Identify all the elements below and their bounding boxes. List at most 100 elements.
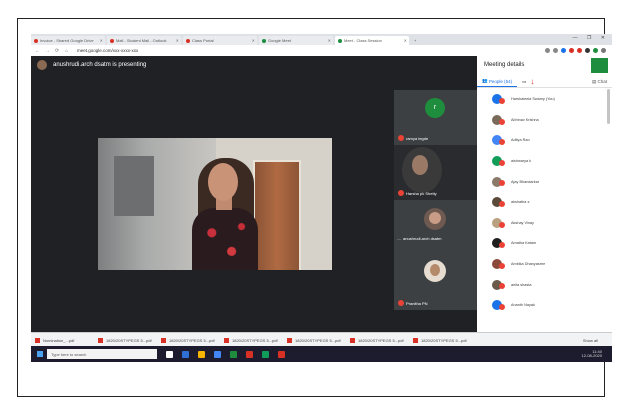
pdf-file-icon [224,337,229,343]
star-icon[interactable] [545,48,550,53]
mic-off-icon [499,200,505,207]
participant-list-item[interactable]: Ambika Dhanyasree [477,254,605,275]
presentation-video [98,138,332,270]
person-dress [192,208,258,270]
close-panel-button[interactable] [591,58,608,73]
download-item[interactable]: 1820/20STYPEGS 5...pdf [94,337,154,343]
profile-avatar[interactable] [593,48,598,53]
extensions-toolbar [545,48,606,53]
participant-list-item[interactable]: Ajay Bhandarkar [477,171,605,192]
download-item[interactable]: 1820/20STYPEGS 5...pdf [157,337,217,343]
add-person-icon: ▭ [522,78,527,84]
participant-tile[interactable]: r ramya tegde [394,90,477,145]
window-controls[interactable]: — ❐ ✕ [573,35,609,41]
scrollbar[interactable] [607,89,610,124]
chrome-icon[interactable] [230,350,237,358]
file-explorer-icon[interactable] [198,350,205,358]
participant-list-item[interactable]: akshatha s [477,192,605,213]
app-icon[interactable] [262,350,269,358]
mic-off-icon [499,221,505,228]
download-filename: 1820/20STYPEGS 5...pdf [358,337,404,343]
extension-icon[interactable] [577,48,582,53]
download-item[interactable]: 1820/20STYPEGS 5...pdf [346,337,406,343]
forward-icon[interactable]: → [45,48,51,54]
participant-tile[interactable]: Pranitha PN [394,255,477,310]
browser-tab[interactable]: Mail - Student Mail - Outlook ✕ [107,36,181,45]
app-icon[interactable] [278,350,285,358]
participant-name: aishwarya k [511,159,532,164]
chat-icon: ▤ [591,78,597,84]
participant-name: Aditya Rao [511,138,530,143]
close-icon[interactable]: ✕ [252,38,255,43]
close-icon[interactable]: ✕ [176,38,179,43]
new-tab-button[interactable]: + [411,36,423,45]
mic-off-icon [499,242,505,249]
participant-list-item[interactable]: Amatha Katam [477,233,605,254]
participant-tile[interactable]: — anushrudi.arch dsatm [394,200,477,255]
pdf-file-icon [98,337,103,343]
extension-icon[interactable] [569,48,574,53]
mic-off-icon [398,300,404,306]
participant-name: anita shasta [511,282,532,287]
participant-name: Harshaleela Swamy (You) [511,97,555,102]
home-icon[interactable]: ⌂ [65,48,71,54]
windows-start-icon[interactable] [37,351,43,357]
extension-icon[interactable] [585,48,590,53]
pdf-file-icon [161,337,166,343]
participant-name: Amatha Katam [511,241,537,246]
presenting-banner: anushrudi.arch dsatm is presenting [37,60,146,70]
download-item[interactable]: 1820/20STYPEGS 5...pdf [409,337,469,343]
participant-list-item[interactable]: Harshaleela Swamy (You) [477,89,605,110]
download-item[interactable]: 1820/20STYPEGS 5...pdf [283,337,343,343]
download-filename: 1820/20STYPEGS 5...pdf [106,337,152,343]
tab-chat[interactable]: ▤ Chat [587,76,612,87]
search-input[interactable]: Type here to search [47,349,157,359]
participant-list-item[interactable]: Ananth Nayak [477,295,605,316]
avatar: r [425,98,445,118]
add-people-button[interactable]: ▭ ↓ [517,76,539,87]
panel-title: Meeting details [484,62,525,68]
participant-list-item[interactable]: aishwarya k [477,151,605,172]
menu-icon[interactable] [601,48,606,53]
app-icon[interactable] [246,350,253,358]
background-door [253,160,301,270]
avatar [429,212,441,224]
participant-tiles: r ramya tegde Harsha pk Shetty — anushrud… [394,56,477,332]
system-tray[interactable]: 11:40 12-08-2020 [581,349,602,359]
download-filename: Nomination_...pdf [43,337,75,343]
url-field[interactable]: meet.google.com/xxx-xxxx-xxx [77,48,138,53]
close-icon[interactable]: ✕ [404,38,407,43]
tab-favicon-icon [110,38,114,43]
show-all-button[interactable]: Show all [583,338,598,343]
back-icon[interactable]: ← [35,48,41,54]
store-icon[interactable] [214,350,221,358]
participant-list-item[interactable]: Aditya Rao [477,130,605,151]
browser-tab[interactable]: Invoice - Shared Google Drive ✕ [31,36,105,45]
person-face [208,163,238,201]
mic-off-icon [499,283,505,290]
browser-tab[interactable]: Google Meet ✕ [259,36,333,45]
close-icon[interactable]: ✕ [100,38,103,43]
participant-list-item[interactable]: Akshay Vinay [477,213,605,234]
extension-icon[interactable] [561,48,566,53]
close-icon[interactable]: ✕ [328,38,331,43]
participant-name: Ambika Dhanyasree [511,262,546,267]
extension-icon[interactable] [553,48,558,53]
mic-off-icon [499,262,505,269]
tab-people[interactable]: 👥 People (54) [477,76,518,87]
participant-name: Abhinav Krishna [511,117,539,122]
download-item[interactable]: Nomination_...pdf [31,337,91,343]
browser-tab[interactable]: Class Portal ✕ [183,36,257,45]
edge-icon[interactable] [182,350,189,358]
browser-tab-active[interactable]: Meet - Class Session ✕ [335,36,409,45]
participant-video [412,155,428,175]
participant-list-item[interactable]: anita shasta [477,274,605,295]
download-item[interactable]: 1820/20STYPEGS 5...pdf [220,337,280,343]
participant-list-item[interactable]: Abhinav Krishna [477,110,605,131]
people-icon: 👥 [482,78,488,83]
reload-icon[interactable]: ⟳ [55,48,61,54]
task-view-icon[interactable] [166,350,173,358]
arrow-down-icon: ↓ [530,77,535,86]
participant-tile[interactable]: Harsha pk Shetty [394,145,477,200]
clock-date: 12-08-2020 [581,353,602,358]
